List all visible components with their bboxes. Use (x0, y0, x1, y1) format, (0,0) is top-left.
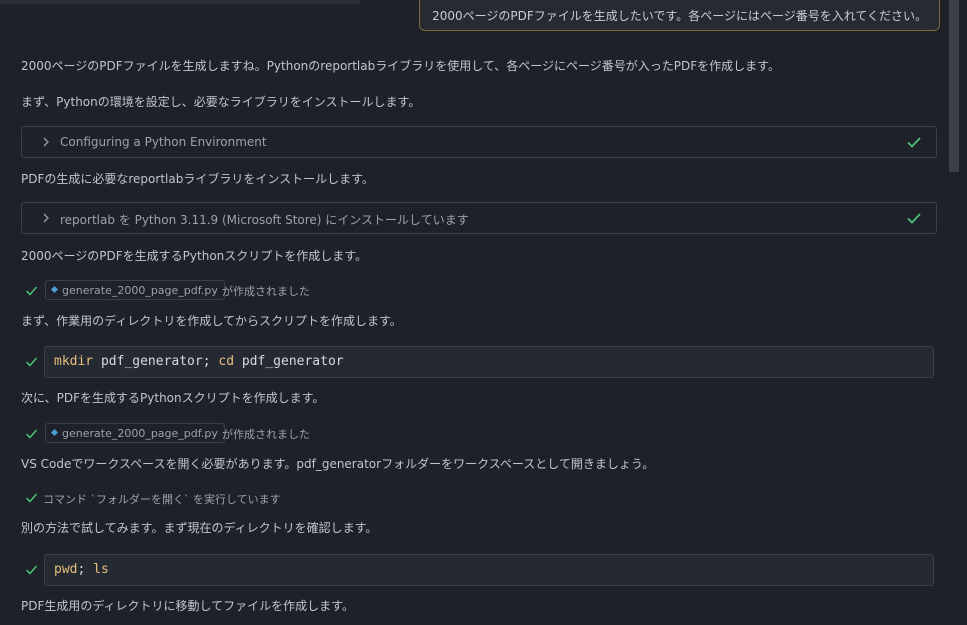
step-install-reportlab[interactable]: reportlab を Python 3.11.9 (Microsoft Sto… (21, 202, 937, 234)
command-argument: pdf_generator (234, 354, 344, 369)
check-icon (907, 137, 921, 148)
user-message: 2000ページのPDFファイルを生成したいです。各ページにはページ番号を入れてく… (419, 0, 940, 31)
file-status: が作成されました (222, 428, 310, 441)
assistant-paragraph: 2000ページのPDFファイルを生成しますね。Pythonのreportlabラ… (21, 59, 780, 73)
file-status: が作成されました (222, 285, 310, 298)
check-icon (25, 286, 38, 296)
command-keyword: ls (93, 562, 109, 577)
step-configure-python[interactable]: Configuring a Python Environment (21, 126, 937, 158)
file-chip[interactable]: generate_2000_page_pdf.py (45, 423, 225, 443)
file-diamond-icon (50, 285, 59, 294)
chat-panel: 2000ページのPDFファイルを生成したいです。各ページにはページ番号を入れてく… (0, 0, 967, 625)
assistant-paragraph: VS Codeでワークスペースを開く必要があります。pdf_generatorフ… (21, 457, 655, 471)
command-separator: ; (77, 562, 94, 577)
assistant-paragraph: PDFの生成に必要なreportlabライブラリをインストールします。 (21, 172, 374, 186)
check-icon (25, 493, 38, 503)
command-keyword: pwd (54, 562, 78, 577)
assistant-paragraph: 2000ページのPDFを生成するPythonスクリプトを作成します。 (21, 249, 368, 263)
assistant-paragraph: PDF生成用のディレクトリに移動してファイルを作成します。 (21, 599, 354, 613)
file-name: generate_2000_page_pdf.py (62, 284, 218, 297)
assistant-paragraph: まず、Pythonの環境を設定し、必要なライブラリをインストールします。 (21, 95, 421, 109)
chevron-right-icon (43, 137, 49, 147)
check-icon (907, 213, 921, 224)
assistant-paragraph: 次に、PDFを生成するPythonスクリプトを作成します。 (21, 391, 325, 405)
terminal-command[interactable]: mkdir pdf_generator; cd pdf_generator (44, 346, 934, 378)
file-name: generate_2000_page_pdf.py (62, 427, 218, 440)
check-icon (25, 429, 38, 439)
assistant-paragraph: まず、作業用のディレクトリを作成してからスクリプトを作成します。 (21, 314, 402, 328)
command-argument: pdf_generator; (93, 354, 219, 369)
check-icon (25, 565, 38, 575)
command-keyword: mkdir (54, 354, 94, 369)
top-strip (0, 0, 360, 4)
chevron-right-icon (43, 213, 49, 223)
file-diamond-icon (50, 428, 59, 437)
step-label: Configuring a Python Environment (60, 135, 267, 149)
assistant-paragraph: 別の方法で試してみます。まず現在のディレクトリを確認します。 (21, 521, 378, 535)
running-command-status: コマンド `フォルダーを開く` を実行しています (43, 493, 281, 506)
file-chip[interactable]: generate_2000_page_pdf.py (45, 280, 225, 300)
step-label: reportlab を Python 3.11.9 (Microsoft Sto… (60, 213, 469, 227)
terminal-command[interactable]: pwd; ls (44, 554, 934, 586)
command-keyword: cd (218, 354, 235, 369)
scrollbar-thumb[interactable] (949, 0, 959, 172)
check-icon (25, 357, 38, 367)
